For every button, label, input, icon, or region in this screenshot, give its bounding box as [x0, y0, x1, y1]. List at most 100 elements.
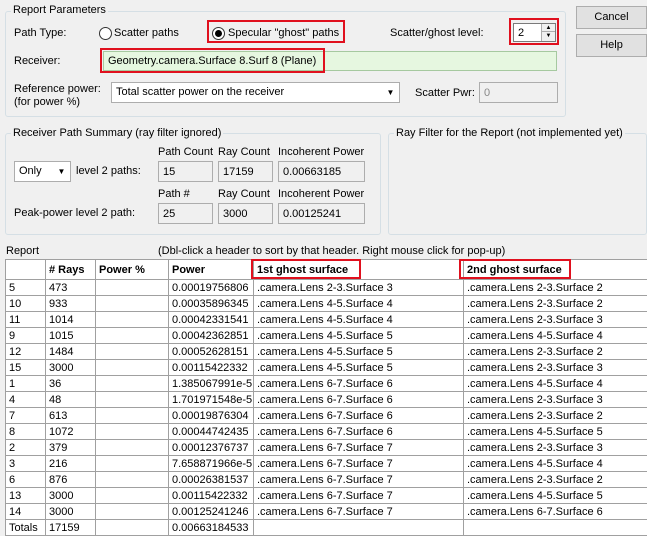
level-paths-label: level 2 paths: — [76, 165, 141, 177]
receiver-value: Geometry.camera.Surface 8.Surf 8 (Plane) — [108, 55, 317, 67]
row-1st-ghost: .camera.Lens 6-7.Surface 7 — [253, 503, 464, 520]
totals-cell — [463, 519, 647, 536]
receiver-label: Receiver: — [14, 55, 61, 67]
row-1st-ghost: .camera.Lens 6-7.Surface 6 — [253, 423, 464, 440]
table-row[interactable]: 11 1014 0.00042331541 .camera.Lens 4-5.Surf… — [5, 311, 647, 328]
row-1st-ghost: .camera.Lens 2-3.Surface 3 — [253, 279, 464, 296]
table-row[interactable]: 3 216 7.658871966e-5 .camera.Lens 6-7.Surfa… — [5, 455, 647, 472]
spin-up-icon[interactable]: ▲ — [541, 24, 555, 32]
row-power: 0.00035896345 — [168, 295, 254, 312]
row-power: 0.00019756806 — [168, 279, 254, 296]
col-ray-count: Ray Count — [218, 146, 270, 158]
row-power-pct — [95, 391, 169, 408]
row-1st-ghost: .camera.Lens 4-5.Surface 5 — [253, 327, 464, 344]
peak-power-label: Peak-power level 2 path: — [14, 207, 136, 219]
scatter-paths-radio[interactable] — [99, 27, 112, 40]
col-header-rays[interactable]: # Rays — [45, 259, 96, 280]
col-header-1st-ghost[interactable]: 1st ghost surface — [253, 259, 464, 280]
table-row[interactable]: 9 1015 0.00042362851 .camera.Lens 4-5.Surfa… — [5, 327, 647, 344]
totals-cell: 0.00663184533 — [168, 519, 254, 536]
ref-power-value: Total scatter power on the receiver — [116, 86, 285, 98]
row-power: 0.00125241246 — [168, 503, 254, 520]
totals-cell — [95, 519, 169, 536]
receiver-field[interactable]: Geometry.camera.Surface 8.Surf 8 (Plane) — [103, 51, 557, 71]
row-1st-ghost: .camera.Lens 6-7.Surface 7 — [253, 471, 464, 488]
row-power: 0.00042331541 — [168, 311, 254, 328]
row-1st-ghost: .camera.Lens 6-7.Surface 6 — [253, 407, 464, 424]
chevron-down-icon[interactable]: ▼ — [382, 83, 399, 102]
row-power-pct — [95, 471, 169, 488]
row-power-pct — [95, 327, 169, 344]
row-rays: 48 — [45, 391, 96, 408]
table-row[interactable]: 1 36 1.385067991e-5 .camera.Lens 6-7.Surfac… — [5, 375, 647, 392]
table-row[interactable]: 6 876 0.00026381537 .camera.Lens 6-7.Surfac… — [5, 471, 647, 488]
row-index: 10 — [5, 295, 46, 312]
report-table[interactable]: # Rays Power % Power 1st ghost surface 2… — [5, 259, 647, 536]
table-row[interactable]: 7 613 0.00019876304 .camera.Lens 6-7.Surfac… — [5, 407, 647, 424]
cancel-button[interactable]: Cancel — [576, 6, 647, 29]
specular-paths-radio[interactable] — [212, 27, 225, 40]
row-power: 0.00019876304 — [168, 407, 254, 424]
level-spinner[interactable]: 2 ▲ ▼ — [513, 23, 556, 42]
row-index: 8 — [5, 423, 46, 440]
row-power-pct — [95, 487, 169, 504]
row-2nd-ghost: .camera.Lens 2-3.Surface 3 — [463, 359, 647, 376]
col-path-num: Path # — [158, 188, 190, 200]
table-row[interactable]: 14 3000 0.00125241246 .camera.Lens 6-7.Surf… — [5, 503, 647, 520]
row-rays: 876 — [45, 471, 96, 488]
col-header-power-pct[interactable]: Power % — [95, 259, 169, 280]
col-path-count: Path Count — [158, 146, 214, 158]
row-index: 9 — [5, 327, 46, 344]
row-1st-ghost: .camera.Lens 6-7.Surface 6 — [253, 375, 464, 392]
table-row[interactable]: 15 3000 0.00115422332 .camera.Lens 4-5.Surf… — [5, 359, 647, 376]
table-row[interactable]: 13 3000 0.00115422332 .camera.Lens 6-7.Surf… — [5, 487, 647, 504]
row-power: 1.701971548e-5 — [168, 391, 254, 408]
peak-rays-field: 3000 — [218, 203, 273, 224]
col-header-power[interactable]: Power — [168, 259, 254, 280]
row-power-pct — [95, 279, 169, 296]
filter-select[interactable]: Only ▼ — [14, 161, 71, 182]
row-1st-ghost: .camera.Lens 4-5.Surface 4 — [253, 295, 464, 312]
totals-cell: 17159 — [45, 519, 96, 536]
col-header-index[interactable] — [5, 259, 46, 280]
path-count-field: 15 — [158, 161, 213, 182]
row-1st-ghost: .camera.Lens 6-7.Surface 6 — [253, 391, 464, 408]
row-1st-ghost: .camera.Lens 6-7.Surface 7 — [253, 439, 464, 456]
row-rays: 473 — [45, 279, 96, 296]
table-row[interactable]: 8 1072 0.00044742435 .camera.Lens 6-7.Surfa… — [5, 423, 647, 440]
col-incoherent-power-2: Incoherent Power — [278, 188, 365, 200]
scatter-pwr-field: 0 — [479, 82, 558, 103]
row-power: 0.00052628151 — [168, 343, 254, 360]
row-power-pct — [95, 295, 169, 312]
row-index: 6 — [5, 471, 46, 488]
row-power-pct — [95, 439, 169, 456]
row-2nd-ghost: .camera.Lens 4-5.Surface 5 — [463, 423, 647, 440]
scatter-pwr-label: Scatter Pwr: — [415, 87, 475, 99]
row-power-pct — [95, 423, 169, 440]
col-header-2nd-ghost[interactable]: 2nd ghost surface — [463, 259, 647, 280]
ref-power-label: Reference power: — [14, 83, 101, 95]
ref-power-label-2: (for power %) — [14, 96, 81, 108]
row-power: 0.00042362851 — [168, 327, 254, 344]
table-row[interactable]: 4 48 1.701971548e-5 .camera.Lens 6-7.Surfac… — [5, 391, 647, 408]
row-2nd-ghost: .camera.Lens 4-5.Surface 4 — [463, 455, 647, 472]
row-rays: 1015 — [45, 327, 96, 344]
row-index: 12 — [5, 343, 46, 360]
totals-cell — [253, 519, 464, 536]
table-row[interactable]: 12 1484 0.00052628151 .camera.Lens 4-5.Surf… — [5, 343, 647, 360]
row-power-pct — [95, 407, 169, 424]
row-index: 4 — [5, 391, 46, 408]
help-button[interactable]: Help — [576, 34, 647, 57]
level-label: Scatter/ghost level: — [390, 27, 484, 39]
scatter-pwr-value: 0 — [484, 87, 491, 99]
table-row[interactable]: 2 379 0.00012376737 .camera.Lens 6-7.Surfac… — [5, 439, 647, 456]
row-2nd-ghost: .camera.Lens 6-7.Surface 6 — [463, 503, 647, 520]
spin-down-icon[interactable]: ▼ — [541, 32, 555, 41]
row-power-pct — [95, 359, 169, 376]
table-row[interactable]: 10 933 0.00035896345 .camera.Lens 4-5.Surfa… — [5, 295, 647, 312]
ref-power-select[interactable]: Total scatter power on the receiver ▼ — [111, 82, 400, 103]
table-row[interactable]: 5 473 0.00019756806 .camera.Lens 2-3.Surfac… — [5, 279, 647, 296]
row-2nd-ghost: .camera.Lens 4-5.Surface 4 — [463, 375, 647, 392]
row-power: 1.385067991e-5 — [168, 375, 254, 392]
chevron-down-icon[interactable]: ▼ — [53, 162, 70, 181]
